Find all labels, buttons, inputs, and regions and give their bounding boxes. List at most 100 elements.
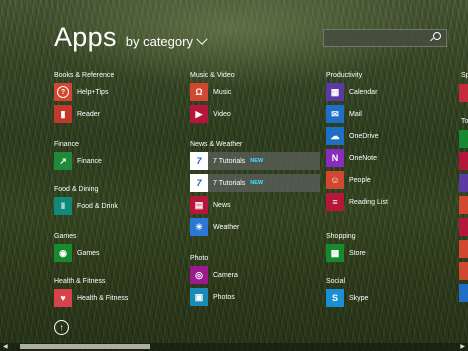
app-video[interactable]: ▶ Video [190, 105, 235, 123]
page-header: Apps by category [54, 22, 208, 53]
partial-app-tile[interactable] [459, 152, 468, 170]
7tutorials-icon: 7 [190, 152, 208, 170]
app-label: 7 Tutorials [213, 157, 246, 165]
partial-app-tiles [459, 130, 468, 306]
app-skype[interactable]: S Skype [326, 289, 368, 307]
sort-by-category-button[interactable]: by category [125, 33, 208, 49]
news-icon: ▤ [190, 196, 208, 214]
mail-icon: ✉ [326, 105, 344, 123]
group-header: Music & Video [190, 72, 235, 79]
7tutorials-icon: 7 [190, 174, 208, 192]
app-calendar[interactable]: ▦ Calendar [326, 83, 388, 101]
app-label: Reading List [349, 198, 388, 206]
app-label: Games [77, 249, 100, 257]
camera-icon: ◎ [190, 266, 208, 284]
partial-app-tile[interactable] [459, 240, 468, 258]
partial-app-tile[interactable] [459, 262, 468, 280]
group-header: Social [326, 278, 346, 285]
chevron-down-icon [196, 33, 208, 45]
app-label: Music [213, 88, 232, 96]
app-people[interactable]: ☺ People [326, 171, 388, 189]
partial-app-tile[interactable] [459, 284, 468, 302]
headphones-icon: Ω [190, 83, 208, 101]
app-store[interactable]: ▩ Store [326, 244, 366, 262]
partial-app-tile[interactable] [459, 218, 468, 236]
app-mail[interactable]: ✉ Mail [326, 105, 388, 123]
group-header: Food & Dining [54, 186, 99, 193]
group-header: Finance [54, 141, 79, 148]
app-label: OneDrive [349, 132, 379, 140]
search-icon[interactable] [433, 32, 441, 40]
go-to-start-button[interactable]: ↑ [54, 320, 69, 335]
group-health-fitness: Health & Fitness ♥ Health & Fitness [54, 278, 128, 311]
group-social: Social S Skype [326, 278, 368, 311]
app-reader[interactable]: ▮ Reader [54, 105, 114, 123]
new-badge: NEW [250, 158, 264, 164]
group-food-dining: Food & Dining ǁ Food & Drink [54, 186, 118, 219]
app-photos[interactable]: ▣ Photos [190, 288, 238, 306]
partial-app-tile[interactable] [459, 84, 468, 102]
group-productivity: Productivity ▦ Calendar ✉ Mail ☁ OneDriv… [326, 72, 388, 215]
partial-app-tile[interactable] [459, 196, 468, 214]
app-health-fitness[interactable]: ♥ Health & Fitness [54, 289, 128, 307]
reader-icon: ▮ [54, 105, 72, 123]
app-onenote[interactable]: N OneNote [326, 149, 388, 167]
reading-list-icon: ≡ [326, 193, 344, 211]
app-onedrive[interactable]: ☁ OneDrive [326, 127, 388, 145]
group-header: News & Weather [190, 141, 243, 148]
app-label: 7 Tutorials [213, 179, 246, 187]
app-camera[interactable]: ◎ Camera [190, 266, 238, 284]
group-shopping: Shopping ▩ Store [326, 233, 366, 266]
app-label: Camera [213, 271, 238, 279]
app-weather[interactable]: ☀ Weather [190, 218, 320, 236]
app-label: News [213, 201, 231, 209]
finance-chart-icon: ↗ [54, 152, 72, 170]
fork-knife-icon: ǁ [54, 197, 72, 215]
group-finance: Finance ↗ Finance [54, 141, 102, 174]
video-icon: ▶ [190, 105, 208, 123]
app-label: Food & Drink [77, 202, 118, 210]
horizontal-scrollbar[interactable]: ◀ ▶ [0, 343, 468, 351]
scroll-right-icon[interactable]: ▶ [460, 343, 465, 351]
group-header-partial: To [461, 118, 468, 125]
photos-icon: ▣ [190, 288, 208, 306]
app-help-tips[interactable]: ? Help+Tips [54, 83, 114, 101]
app-label: Help+Tips [77, 88, 109, 96]
group-games: Games ◉ Games [54, 233, 100, 266]
partial-app-tile[interactable] [459, 174, 468, 192]
app-label: Calendar [349, 88, 378, 96]
app-label: Reader [77, 110, 100, 118]
app-7-tutorials[interactable]: 7 7 Tutorials NEW [190, 174, 320, 192]
app-news[interactable]: ▤ News [190, 196, 320, 214]
scroll-left-icon[interactable]: ◀ [3, 343, 8, 351]
onenote-icon: N [326, 149, 344, 167]
app-label: Finance [77, 157, 102, 165]
app-label: Photos [213, 293, 235, 301]
group-header: Shopping [326, 233, 356, 240]
group-header: Photo [190, 255, 209, 262]
app-finance[interactable]: ↗ Finance [54, 152, 102, 170]
group-header: Books & Reference [54, 72, 115, 79]
search-box[interactable] [323, 29, 447, 47]
arrow-up-icon: ↑ [59, 322, 64, 332]
cloud-icon: ☁ [326, 127, 344, 145]
group-header: Games [54, 233, 77, 240]
partial-app-tile[interactable] [459, 130, 468, 148]
heart-icon: ♥ [54, 289, 72, 307]
gamepad-icon: ◉ [54, 244, 72, 262]
sort-label: by category [125, 34, 193, 49]
app-reading-list[interactable]: ≡ Reading List [326, 193, 388, 211]
group-music-video: Music & Video Ω Music ▶ Video [190, 72, 235, 127]
app-games[interactable]: ◉ Games [54, 244, 100, 262]
app-label: Weather [213, 223, 240, 231]
partial-app-tiles [459, 84, 468, 106]
store-icon: ▩ [326, 244, 344, 262]
app-label: Store [349, 249, 366, 257]
app-food-drink[interactable]: ǁ Food & Drink [54, 197, 118, 215]
group-books-reference: Books & Reference ? Help+Tips ▮ Reader [54, 72, 114, 127]
scrollbar-thumb[interactable] [20, 344, 150, 349]
app-label: Skype [349, 294, 369, 302]
group-header: Health & Fitness [54, 278, 106, 285]
app-music[interactable]: Ω Music [190, 83, 235, 101]
app-7-tutorials[interactable]: 7 7 Tutorials NEW [190, 152, 320, 170]
